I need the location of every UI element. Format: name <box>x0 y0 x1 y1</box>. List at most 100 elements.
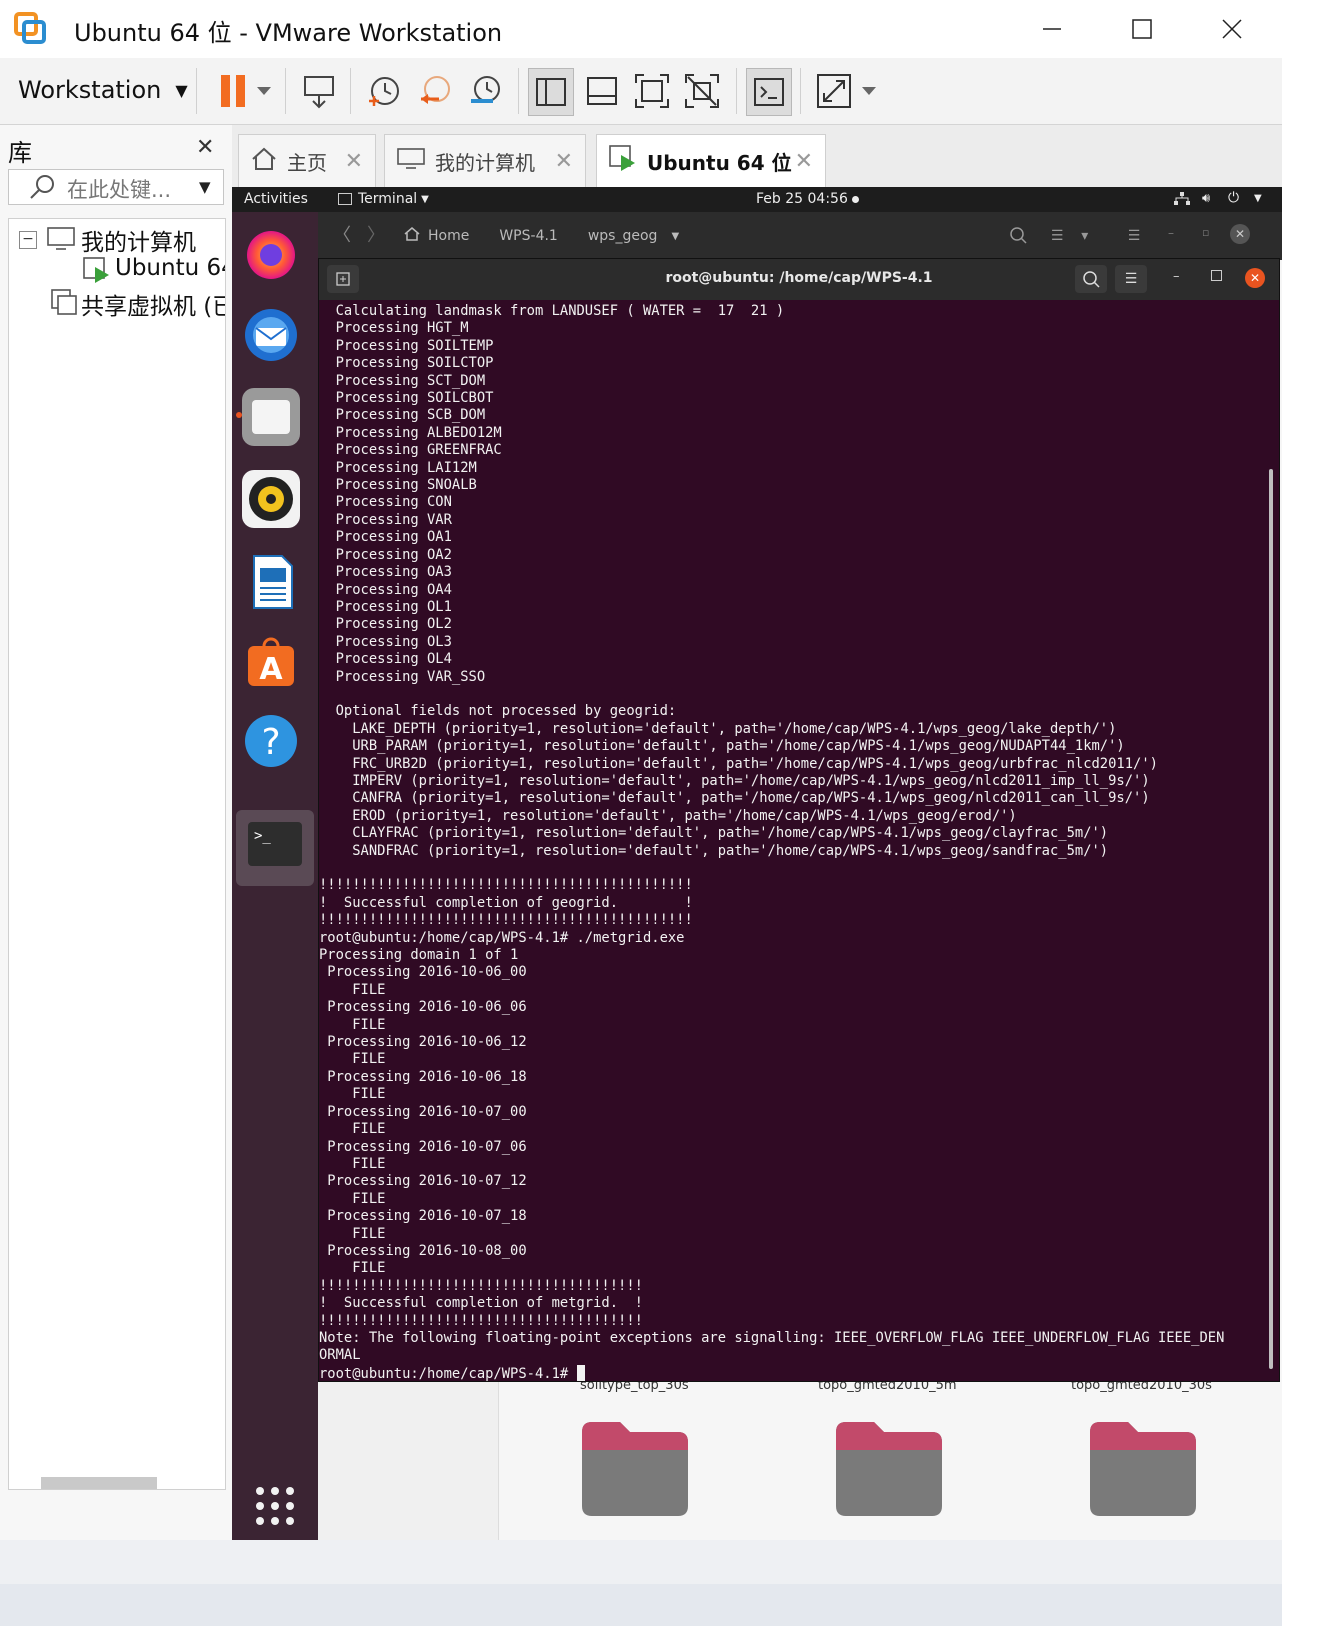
app-menu-label: Terminal <box>358 191 418 207</box>
workstation-menu-label: Workstation <box>18 76 162 104</box>
toolbar-divider <box>350 68 351 114</box>
pause-button[interactable] <box>208 68 278 114</box>
network-icon[interactable] <box>1174 192 1190 210</box>
collapse-toggle-icon[interactable]: − <box>19 231 37 249</box>
unity-mode-button[interactable] <box>680 68 724 114</box>
show-library-button[interactable] <box>528 68 574 116</box>
volume-icon[interactable]: 🔊︎ <box>1202 191 1210 206</box>
clock[interactable]: Feb 25 04:56 <box>756 191 848 207</box>
path-segment-wps[interactable]: WPS-4.1 <box>499 228 558 244</box>
terminal-menu-button[interactable]: ☰ <box>1115 265 1147 293</box>
terminal-line: !!!!!!!!!!!!!!!!!!!!!!!!!!!!!!!!!!!!!!!!… <box>319 912 693 929</box>
tab-bar: 主页 ✕ 我的计算机 ✕ Ubuntu 64 位 ✕ <box>232 125 1282 187</box>
folder-icon[interactable] <box>580 1418 690 1522</box>
tab-ubuntu[interactable]: Ubuntu 64 位 ✕ <box>596 134 826 187</box>
caret-down-icon[interactable]: ▼ <box>671 231 679 242</box>
files-minimize-icon[interactable]: – <box>1168 226 1174 240</box>
search-icon <box>1083 271 1100 288</box>
close-library-icon[interactable]: ✕ <box>196 135 214 160</box>
search-input[interactable]: 在此处键... <box>67 174 171 204</box>
library-search-box[interactable]: 在此处键... ▼ <box>8 169 224 205</box>
terminal-line: !!!!!!!!!!!!!!!!!!!!!!!!!!!!!!!!!!!!!!!!… <box>319 877 693 894</box>
terminal-line: Processing SOILTEMP <box>335 337 494 354</box>
tree-item-shared-vms[interactable]: 共享虚拟机 (已 <box>81 287 225 321</box>
forward-button[interactable]: 〉 <box>360 220 392 252</box>
show-applications-icon[interactable] <box>254 1485 296 1527</box>
tab-label: 主页 <box>287 150 327 175</box>
clock-revert-icon <box>421 76 450 104</box>
full-screen-icon <box>635 74 669 108</box>
svg-text:A: A <box>259 652 283 687</box>
stretch-guest-button[interactable] <box>812 68 880 114</box>
path-segment-wps-geog[interactable]: wps_geog <box>588 228 658 244</box>
terminal-minimize-icon[interactable]: – <box>1173 269 1180 284</box>
view-list-button[interactable]: ☰ ▾ <box>1042 220 1106 252</box>
close-tab-icon[interactable]: ✕ <box>795 149 813 174</box>
terminal-close-icon[interactable]: ✕ <box>1245 268 1265 288</box>
terminal-line: FILE <box>352 1086 386 1103</box>
close-button[interactable] <box>1188 0 1276 58</box>
toolbar-divider <box>196 68 197 114</box>
terminal-line: FILE <box>352 1051 386 1068</box>
snapshot-manager-button[interactable] <box>462 68 508 114</box>
terminal-line: Note: The following floating-point excep… <box>319 1329 1225 1346</box>
terminal-line: CLAYFRAC (priority=1, resolution='defaul… <box>352 825 1109 842</box>
terminal-dock-item[interactable]: >_ <box>236 810 314 886</box>
snapshot-take-button[interactable] <box>360 68 406 114</box>
send-ctrl-alt-del-button[interactable] <box>296 68 342 114</box>
files-close-icon[interactable]: ✕ <box>1230 224 1250 244</box>
files-icon[interactable] <box>242 388 300 446</box>
terminal-search-button[interactable] <box>1075 265 1107 293</box>
folder-icon[interactable] <box>834 1418 944 1522</box>
unity-off-icon <box>685 74 719 108</box>
path-segment-home[interactable]: Home <box>428 228 469 244</box>
snapshot-revert-button[interactable] <box>412 68 458 114</box>
folder-icon[interactable] <box>1088 1418 1198 1522</box>
terminal-line: FILE <box>352 1190 386 1207</box>
terminal-line: Processing 2016-10-07_12 <box>327 1173 527 1190</box>
tree-item-my-computer[interactable]: 我的计算机 <box>81 223 196 257</box>
help-icon[interactable]: ? <box>242 712 300 770</box>
terminal-window[interactable]: root@ubuntu: /home/cap/WPS-4.1 ☰ – ✕ Cal… <box>318 258 1280 1382</box>
terminal-line: Processing OL2 <box>335 616 452 633</box>
terminal-line: FILE <box>352 1225 386 1242</box>
tree-item-ubuntu[interactable]: Ubuntu 64 <box>115 255 225 281</box>
app-menu[interactable]: Terminal ▼ <box>338 191 429 207</box>
activities-button[interactable]: Activities <box>244 191 308 207</box>
back-button[interactable]: 〈 <box>326 220 358 252</box>
console-view-button[interactable] <box>746 68 792 116</box>
tab-home[interactable]: 主页 ✕ <box>238 134 376 187</box>
vm-running-icon <box>609 144 639 178</box>
shared-vm-icon <box>51 289 79 321</box>
terminal-scrollbar[interactable] <box>1269 469 1273 1369</box>
terminal-output[interactable]: Calculating landmask from LANDUSEF ( WAT… <box>319 303 1267 1381</box>
terminal-line: EROD (priority=1, resolution='default', … <box>352 807 1017 824</box>
taskbar-strip <box>0 1584 1282 1626</box>
thunderbird-icon[interactable] <box>242 306 300 364</box>
system-menu-caret-icon[interactable]: ▼ <box>1254 193 1262 204</box>
terminal-line: LAKE_DEPTH (priority=1, resolution='defa… <box>352 720 1117 737</box>
search-button[interactable] <box>1002 220 1034 252</box>
rhythmbox-icon[interactable] <box>242 470 300 528</box>
close-tab-icon[interactable]: ✕ <box>555 149 573 174</box>
terminal-line: Processing CON <box>335 494 452 511</box>
terminal-line: FILE <box>352 1260 386 1277</box>
menu-button[interactable]: ☰ <box>1118 220 1150 252</box>
files-maximize-icon[interactable]: ▫ <box>1202 226 1209 239</box>
libreoffice-writer-icon[interactable] <box>242 552 300 610</box>
maximize-button[interactable] <box>1098 0 1186 58</box>
ubuntu-software-icon[interactable]: A <box>242 632 300 690</box>
terminal-line: IMPERV (priority=1, resolution='default'… <box>352 772 1150 789</box>
workstation-menu[interactable]: Workstation ▼ <box>18 72 188 108</box>
power-icon[interactable]: ⏻ <box>1228 190 1239 206</box>
toolbar-divider <box>736 68 737 114</box>
minimize-button[interactable] <box>1008 0 1096 58</box>
firefox-icon[interactable] <box>242 224 300 282</box>
close-tab-icon[interactable]: ✕ <box>345 149 363 174</box>
terminal-maximize-icon[interactable] <box>1211 270 1222 281</box>
search-dropdown-icon[interactable]: ▼ <box>199 178 211 196</box>
horizontal-scrollbar[interactable] <box>41 1477 157 1489</box>
show-thumbnail-bar-button[interactable] <box>580 68 624 114</box>
full-screen-button[interactable] <box>630 68 674 114</box>
tab-my-computer[interactable]: 我的计算机 ✕ <box>384 134 586 187</box>
